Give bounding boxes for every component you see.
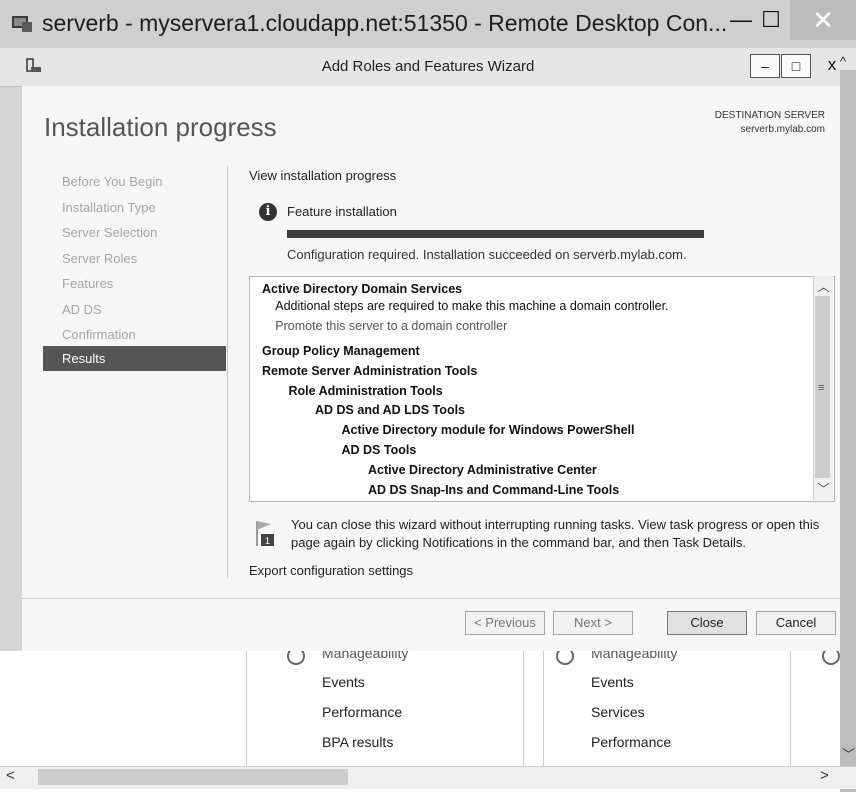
destination-server-name: serverb.mylab.com: [740, 124, 825, 135]
nav-divider: [227, 166, 228, 578]
wizard-app-icon: [26, 58, 41, 72]
nav-before-you-begin[interactable]: Before You Begin: [62, 174, 162, 189]
view-progress-heading: View installation progress: [249, 168, 397, 183]
scroll-down-icon[interactable]: ﹀: [814, 480, 833, 497]
remote-desktop-close-button[interactable]: ✕: [790, 0, 856, 40]
nav-ad-ds[interactable]: AD DS: [62, 302, 102, 317]
result-item: AD DS and AD LDS Tools: [315, 403, 465, 417]
cancel-button[interactable]: Cancel: [756, 611, 836, 635]
wizard-close-note: You can close this wizard without interr…: [291, 517, 820, 550]
wizard-title: Add Roles and Features Wizard: [321, 58, 535, 75]
scroll-up-icon[interactable]: ︿: [814, 278, 833, 295]
result-item: AD DS Snap-Ins and Command-Line Tools: [368, 483, 620, 497]
panel-link-events[interactable]: Events: [591, 674, 634, 690]
panel-link-events[interactable]: Events: [322, 674, 365, 690]
info-icon: i: [259, 203, 277, 221]
page-title: Installation progress: [44, 112, 277, 142]
nav-results-label: Results: [62, 351, 106, 366]
previous-button[interactable]: < Previous: [465, 611, 545, 635]
svg-text:1: 1: [265, 537, 271, 547]
grip-icon: ≡: [818, 382, 825, 394]
footer-divider: [22, 598, 856, 599]
horizontal-scrollbar-thumb[interactable]: [38, 769, 348, 785]
outer-vertical-scrollbar[interactable]: [840, 70, 856, 792]
installation-status-message: Configuration required. Installation suc…: [287, 247, 687, 262]
result-item: Active Directory module for Windows Powe…: [341, 423, 635, 437]
scroll-right-icon[interactable]: >: [820, 767, 829, 784]
progress-bar-fill: [287, 230, 704, 238]
next-button[interactable]: Next >: [553, 611, 633, 635]
wizard-titlebar: Add Roles and Features Wizard: [0, 48, 856, 87]
dashboard-panel-2: Manageability Events Services Performanc…: [543, 645, 791, 766]
nav-installation-type[interactable]: Installation Type: [62, 200, 156, 215]
result-item: Additional steps are required to make th…: [275, 299, 669, 313]
wizard-close-button[interactable]: x: [824, 54, 840, 76]
result-item: Group Policy Management: [262, 344, 420, 358]
panel-link-services[interactable]: Services: [591, 704, 645, 720]
scroll-down-icon[interactable]: ﹀: [842, 744, 855, 763]
nav-features[interactable]: Features: [62, 276, 113, 291]
result-item: Active Directory Administrative Center: [368, 463, 597, 477]
close-button[interactable]: Close: [667, 611, 747, 635]
result-item: Remote Server Administration Tools: [262, 364, 478, 378]
remote-desktop-icon: [12, 16, 32, 32]
nav-confirmation[interactable]: Confirmation: [62, 327, 136, 342]
notification-flag-icon: 1: [256, 521, 274, 547]
nav-server-roles[interactable]: Server Roles: [62, 251, 137, 266]
scroll-left-icon[interactable]: <: [6, 767, 15, 784]
wizard-maximize-button[interactable]: □: [781, 54, 811, 78]
results-scrollbar-thumb[interactable]: ≡: [815, 296, 830, 478]
wizard-minimize-button[interactable]: ‒: [750, 54, 780, 78]
nav-server-selection[interactable]: Server Selection: [62, 225, 157, 240]
scroll-up-arrow-icon[interactable]: ^: [840, 54, 846, 69]
destination-server-caption: DESTINATION SERVER: [714, 110, 825, 121]
promote-domain-controller-link[interactable]: Promote this server to a domain controll…: [275, 319, 507, 333]
remote-desktop-title: serverb - myservera1.cloudapp.net:51350 …: [42, 10, 728, 36]
export-configuration-link[interactable]: Export configuration settings: [249, 563, 413, 578]
dashboard-panel-1: Manageability Events Performance BPA res…: [246, 645, 524, 766]
remote-desktop-maximize-button[interactable]: ☐: [746, 0, 796, 40]
result-item: Active Directory Domain Services: [262, 282, 463, 296]
panel-link-performance[interactable]: Performance: [322, 704, 402, 720]
feature-installation-label: Feature installation: [287, 204, 397, 219]
result-item: AD DS Tools: [341, 443, 417, 457]
panel-link-bpa-results[interactable]: BPA results: [322, 734, 393, 750]
nav-results-selected[interactable]: Results: [43, 346, 226, 371]
panel-link-performance[interactable]: Performance: [591, 734, 671, 750]
result-item: Role Administration Tools: [288, 384, 443, 398]
installation-progress-bar: [287, 230, 704, 238]
